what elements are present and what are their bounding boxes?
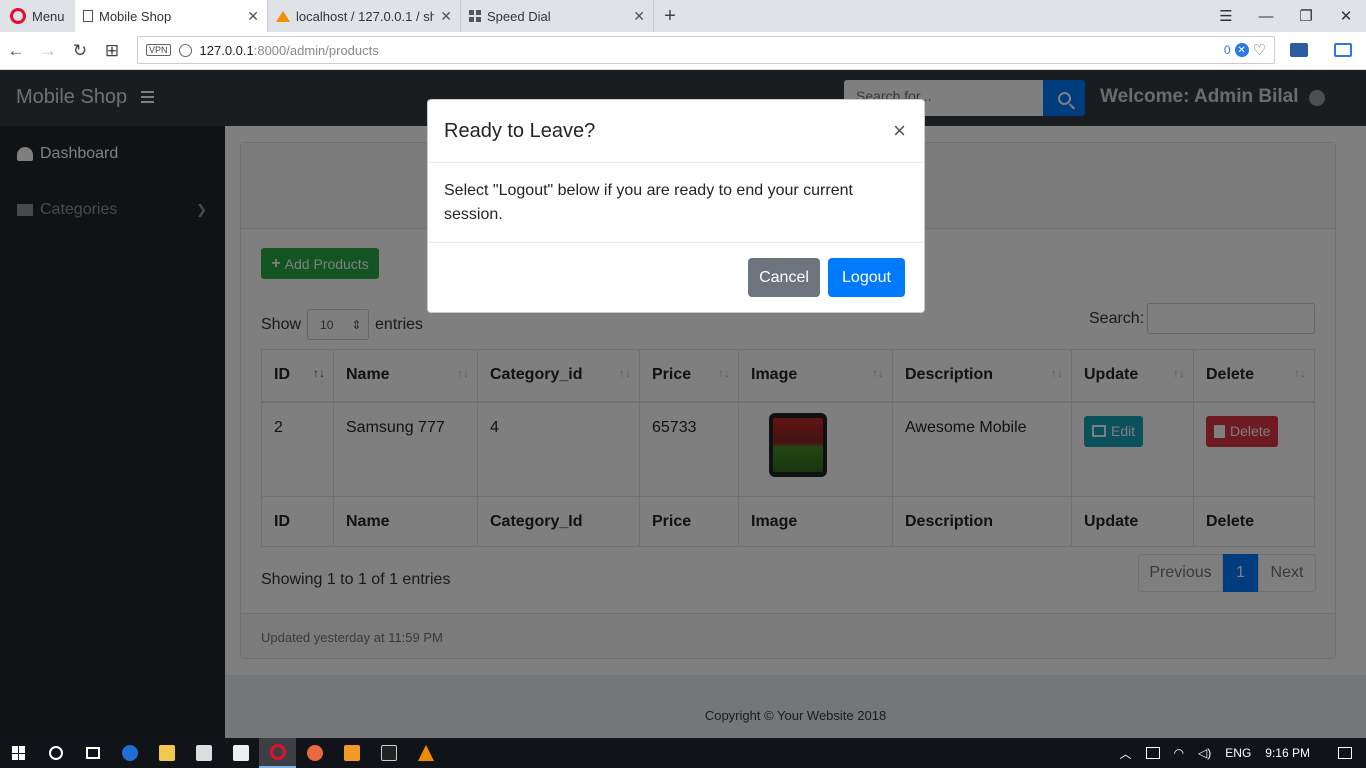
close-tab-icon[interactable]: ✕ bbox=[633, 8, 645, 25]
clock[interactable]: 9:16 PM bbox=[1265, 746, 1310, 760]
modal-header: Ready to Leave? × bbox=[428, 100, 924, 163]
terminal-icon bbox=[380, 745, 397, 761]
vlc-icon bbox=[417, 745, 434, 761]
opera-logo-icon bbox=[10, 8, 26, 24]
menu-label: Menu bbox=[32, 8, 65, 24]
extension-icon[interactable] bbox=[1290, 43, 1308, 57]
adblock-icon[interactable]: ✕ bbox=[1234, 43, 1249, 57]
tabs-grid-icon[interactable]: ⊞ bbox=[96, 41, 128, 61]
adblock-count: 0 bbox=[1223, 43, 1231, 57]
windows-logo-icon bbox=[11, 746, 26, 760]
tab-title: Mobile Shop bbox=[99, 8, 172, 24]
window-controls: ☰ — ❐ ✕ bbox=[1206, 0, 1366, 32]
edge-taskbar-button[interactable] bbox=[111, 738, 148, 768]
close-tab-icon[interactable]: ✕ bbox=[440, 8, 452, 25]
url-bar[interactable]: VPN 127.0.0.1:8000/admin/products 0 ✕ ♡ bbox=[137, 36, 1275, 64]
tab-title: Speed Dial bbox=[487, 8, 551, 24]
phpmyadmin-icon bbox=[276, 10, 290, 22]
sublime-taskbar-button[interactable] bbox=[333, 738, 370, 768]
vpn-badge-icon[interactable]: VPN bbox=[146, 44, 171, 56]
browser-tab-phpmyadmin[interactable]: localhost / 127.0.0.1 / shop ✕ bbox=[268, 0, 461, 32]
edge-icon bbox=[121, 745, 138, 761]
opera-taskbar-button[interactable] bbox=[259, 738, 296, 768]
browser-tab-speed-dial[interactable]: Speed Dial ✕ bbox=[461, 0, 654, 32]
mail-taskbar-button[interactable] bbox=[222, 738, 259, 768]
store-icon bbox=[195, 745, 212, 761]
globe-icon bbox=[178, 43, 192, 57]
browser-tab-bar: Menu Mobile Shop ✕ localhost / 127.0.0.1… bbox=[0, 0, 1366, 32]
volume-icon[interactable]: ◁) bbox=[1198, 746, 1211, 760]
mail-icon bbox=[232, 745, 249, 761]
speed-dial-icon bbox=[469, 10, 481, 22]
chevron-up-icon[interactable]: ︿ bbox=[1120, 745, 1132, 762]
task-view-button[interactable] bbox=[74, 738, 111, 768]
language-indicator[interactable]: ENG bbox=[1225, 746, 1251, 760]
close-icon[interactable]: × bbox=[893, 118, 906, 144]
tab-menu-icon[interactable]: ☰ bbox=[1206, 0, 1246, 32]
forward-icon[interactable]: → bbox=[32, 41, 64, 61]
close-window-icon[interactable]: ✕ bbox=[1326, 0, 1366, 32]
app-icon bbox=[306, 745, 323, 761]
app-taskbar-button[interactable] bbox=[296, 738, 333, 768]
store-taskbar-button[interactable] bbox=[185, 738, 222, 768]
address-toolbar: ← → ↻ ⊞ VPN 127.0.0.1:8000/admin/product… bbox=[0, 32, 1366, 70]
system-tray: ︿ ◠ ◁) ENG 9:16 PM bbox=[1120, 745, 1366, 762]
reload-icon[interactable]: ↻ bbox=[64, 41, 96, 61]
restore-icon[interactable]: ❐ bbox=[1286, 0, 1326, 32]
notifications-icon[interactable] bbox=[1338, 747, 1352, 759]
battery-icon[interactable] bbox=[1145, 747, 1160, 759]
explorer-taskbar-button[interactable] bbox=[148, 738, 185, 768]
tab-title: localhost / 127.0.0.1 / shop bbox=[296, 8, 435, 24]
vlc-taskbar-button[interactable] bbox=[407, 738, 444, 768]
page-icon bbox=[83, 10, 93, 22]
url-path: :8000/admin/products bbox=[253, 42, 379, 58]
browser-tab-mobile-shop[interactable]: Mobile Shop ✕ bbox=[75, 0, 268, 32]
cortana-icon bbox=[48, 746, 63, 760]
folder-explorer-icon bbox=[158, 745, 175, 761]
task-view-icon bbox=[85, 747, 100, 759]
opera-menu-button[interactable]: Menu bbox=[0, 0, 75, 32]
bookmark-heart-icon[interactable]: ♡ bbox=[1253, 41, 1266, 59]
url-host: 127.0.0.1 bbox=[199, 42, 254, 58]
logout-modal: Ready to Leave? × Select "Logout" below … bbox=[427, 99, 925, 313]
cmd-taskbar-button[interactable] bbox=[370, 738, 407, 768]
new-tab-button[interactable]: + bbox=[654, 0, 686, 32]
logout-button[interactable]: Logout bbox=[828, 258, 905, 297]
modal-title: Ready to Leave? bbox=[444, 120, 596, 142]
opera-icon bbox=[269, 744, 286, 760]
close-tab-icon[interactable]: ✕ bbox=[247, 8, 259, 25]
cancel-button[interactable]: Cancel bbox=[748, 258, 820, 297]
minimize-icon[interactable]: — bbox=[1246, 0, 1286, 32]
snapshot-icon[interactable] bbox=[1334, 43, 1352, 57]
sublime-icon bbox=[343, 745, 360, 761]
windows-taskbar: ︿ ◠ ◁) ENG 9:16 PM bbox=[0, 738, 1366, 768]
modal-footer: Cancel Logout bbox=[428, 243, 924, 313]
modal-body: Select "Logout" below if you are ready t… bbox=[428, 163, 924, 243]
cortana-button[interactable] bbox=[37, 738, 74, 768]
back-icon[interactable]: ← bbox=[0, 41, 32, 61]
start-button[interactable] bbox=[0, 738, 37, 768]
wifi-icon[interactable]: ◠ bbox=[1174, 746, 1184, 760]
